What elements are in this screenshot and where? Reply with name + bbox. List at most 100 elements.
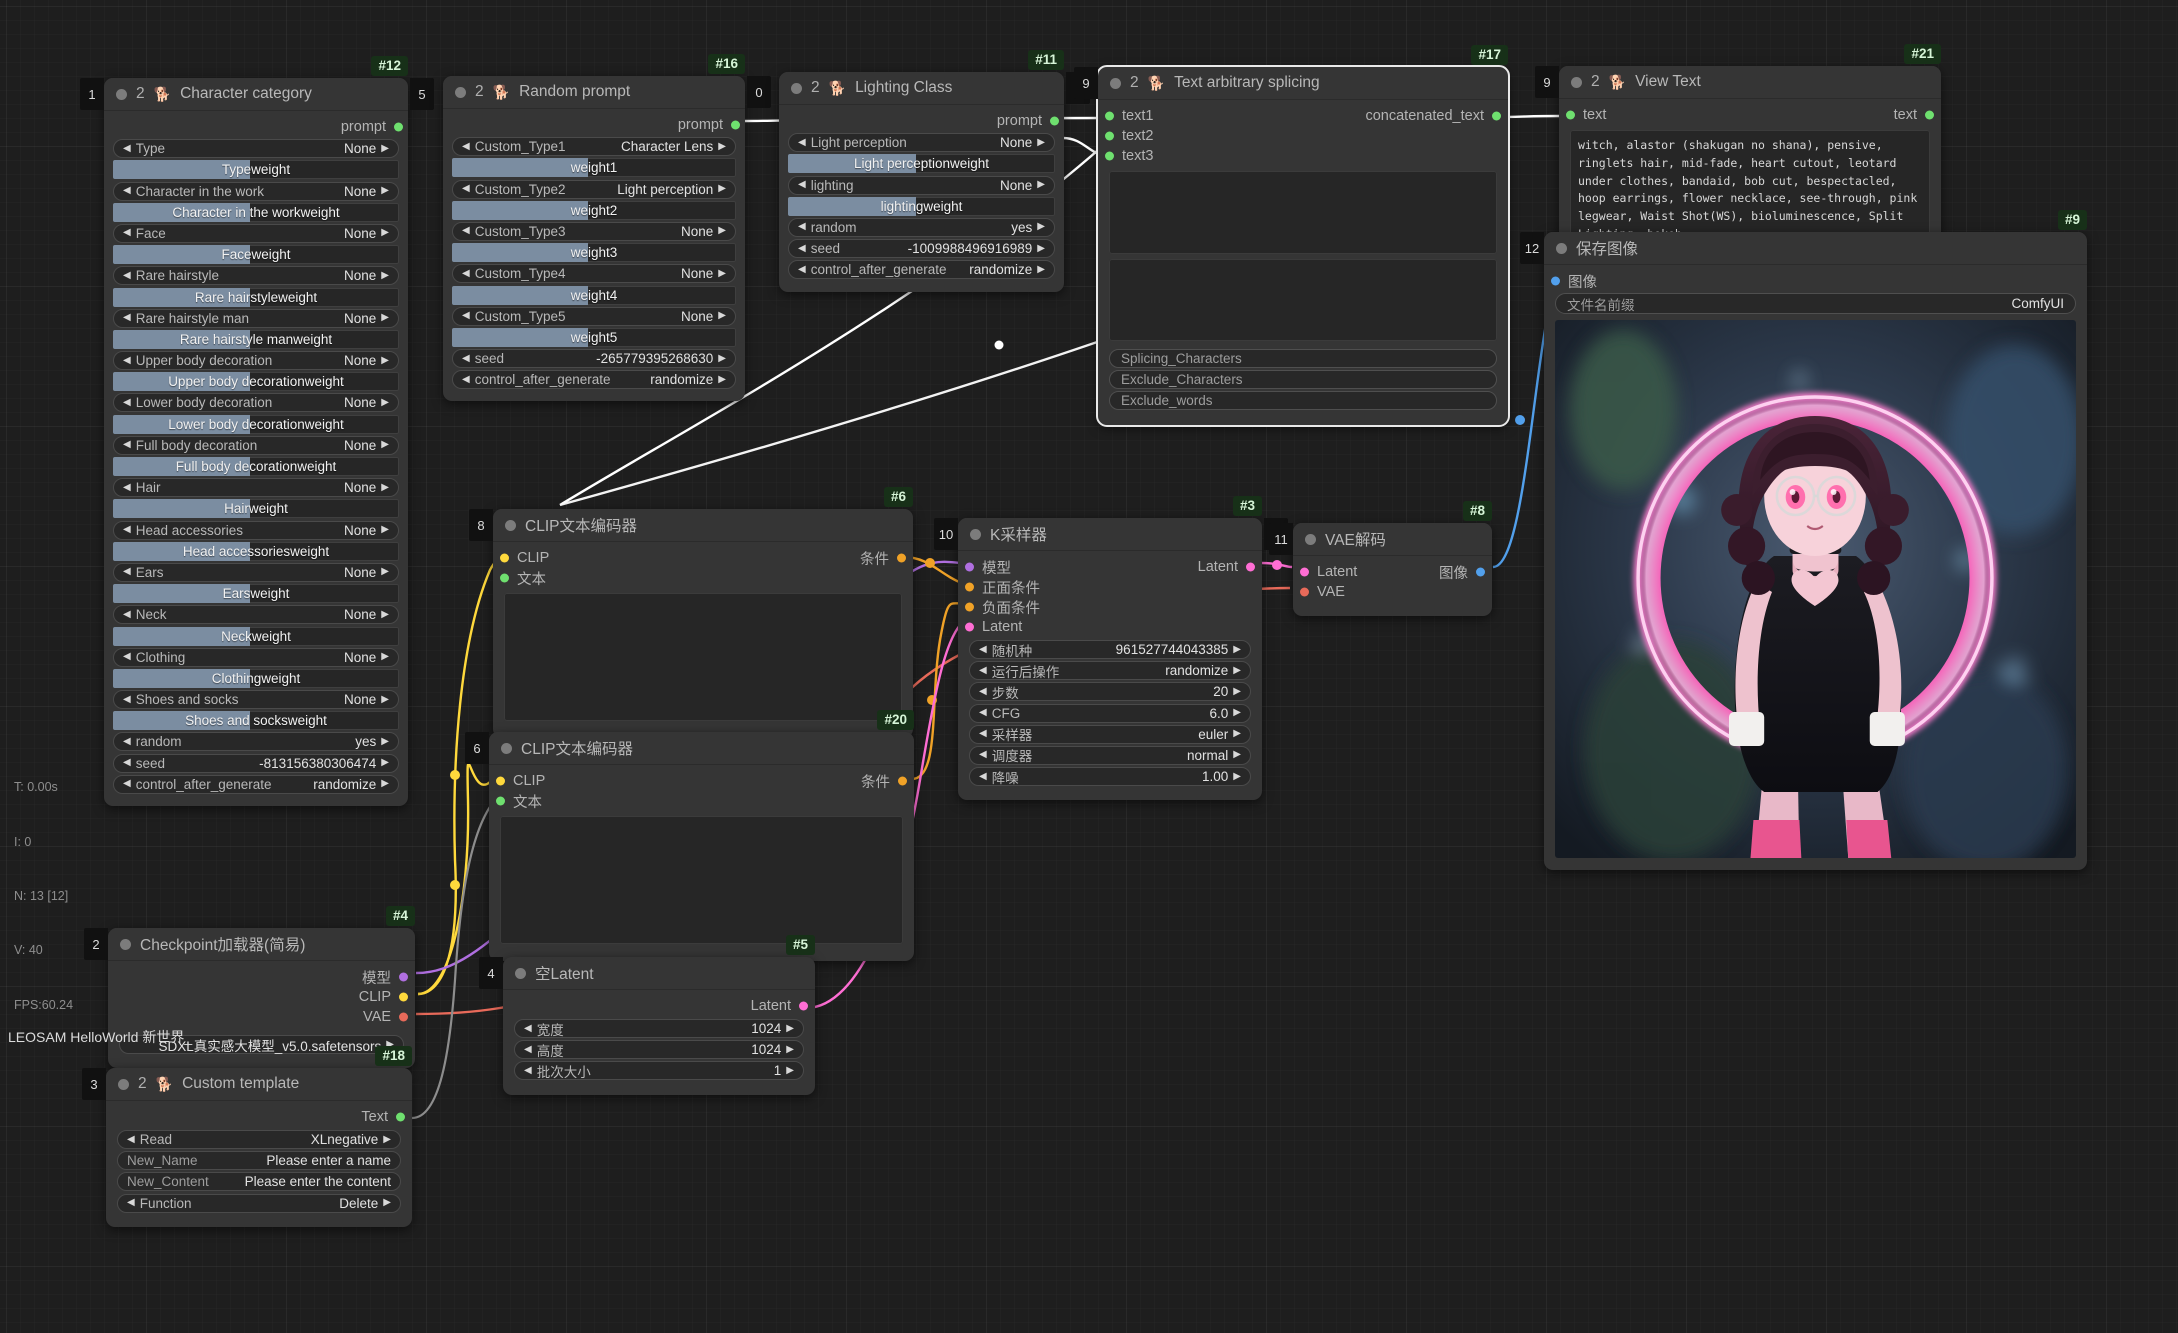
widget-combo-seed[interactable]: ◀seed-813156380306474▶ [113,754,399,773]
widget-combo-control_after_generate[interactable]: ◀control_after_generaterandomize▶ [452,370,736,389]
widget-combo-运行后操作[interactable]: ◀运行后操作randomize▶ [969,661,1251,680]
widget-combo-Ears[interactable]: ◀EarsNone▶ [113,563,399,582]
chevron-right-icon[interactable]: ▶ [786,1066,794,1076]
widget-combo-Custom_Type3[interactable]: ◀Custom_Type3None▶ [452,222,736,241]
chevron-left-icon[interactable]: ◀ [123,228,131,238]
textarea-prompt[interactable] [504,593,902,721]
input-slot-positive[interactable]: 正面条件 [969,577,1251,597]
chevron-left-icon[interactable]: ◀ [123,271,131,281]
chevron-right-icon[interactable]: ▶ [381,186,389,196]
slot-dot-icon[interactable] [394,123,403,132]
slot-dot-icon[interactable] [1105,112,1114,121]
chevron-left-icon[interactable]: ◀ [123,779,131,789]
collapse-dot-icon[interactable] [1110,78,1121,89]
chevron-left-icon[interactable]: ◀ [979,750,987,760]
chevron-right-icon[interactable]: ▶ [381,483,389,493]
widget-slider-Rare hairstyleweight[interactable]: Rare hairstyleweight [113,288,399,307]
node-clip-text-encode-negative[interactable]: #20 6 CLIP文本编码器 CLIP 条件 文本 [489,732,914,961]
input-slot-text[interactable]: text [1570,105,1606,125]
node-title-bar[interactable]: 空Latent [503,957,815,990]
collapse-dot-icon[interactable] [1305,534,1316,545]
chevron-right-icon[interactable]: ▶ [381,228,389,238]
widget-slider-Typeweight[interactable]: Typeweight [113,160,399,179]
slot-dot-icon[interactable] [396,1113,405,1122]
widget-slider-weight2[interactable]: weight2 [452,201,736,220]
widget-combo-降噪[interactable]: ◀降噪1.00▶ [969,767,1251,786]
slot-dot-icon[interactable] [1925,111,1934,120]
slot-dot-icon[interactable] [399,973,408,982]
widget-combo-random[interactable]: ◀randomyes▶ [788,218,1055,237]
widget-slider-Light perceptionweight[interactable]: Light perceptionweight [788,154,1055,173]
widget-combo-Custom_Type2[interactable]: ◀Custom_Type2Light perception▶ [452,180,736,199]
node-title-bar[interactable]: 保存图像 [1544,232,2087,265]
slot-dot-icon[interactable] [731,121,740,130]
chevron-right-icon[interactable]: ▶ [381,398,389,408]
chevron-left-icon[interactable]: ◀ [979,645,987,655]
slot-dot-icon[interactable] [1492,112,1501,121]
input-slot-latent[interactable]: Latent [1304,562,1357,582]
node-clip-text-encode-positive[interactable]: #6 8 CLIP文本编码器 CLIP 条件 文本 [493,509,913,738]
widget-slider-weight4[interactable]: weight4 [452,286,736,305]
collapse-dot-icon[interactable] [1556,243,1567,254]
chevron-left-icon[interactable]: ◀ [979,666,987,676]
chevron-left-icon[interactable]: ◀ [123,525,131,535]
chevron-right-icon[interactable]: ▶ [718,226,726,236]
chevron-left-icon[interactable]: ◀ [524,1024,532,1034]
widget-combo-Custom_Type1[interactable]: ◀Custom_Type1Character Lens▶ [452,137,736,156]
widget-combo-CFG[interactable]: ◀CFG6.0▶ [969,704,1251,723]
chevron-right-icon[interactable]: ▶ [718,269,726,279]
chevron-left-icon[interactable]: ◀ [123,737,131,747]
slot-dot-icon[interactable] [965,623,974,632]
node-custom-template[interactable]: #18 3 2 🐕 Custom template Text ◀ReadXLne… [106,1068,412,1227]
output-slot-text[interactable]: text [1894,105,1930,125]
collapse-dot-icon[interactable] [970,529,981,540]
textarea-splice-2[interactable] [1109,259,1497,341]
chevron-left-icon[interactable]: ◀ [979,729,987,739]
chevron-left-icon[interactable]: ◀ [798,180,806,190]
chevron-right-icon[interactable]: ▶ [381,779,389,789]
slot-dot-icon[interactable] [1300,568,1309,577]
chevron-left-icon[interactable]: ◀ [123,610,131,620]
widget-combo-Character in the work[interactable]: ◀Character in the workNone▶ [113,182,399,201]
slot-dot-icon[interactable] [399,993,408,1002]
slot-dot-icon[interactable] [965,603,974,612]
widget-slider-Character in the workweight[interactable]: Character in the workweight [113,203,399,222]
chevron-right-icon[interactable]: ▶ [383,1135,391,1145]
input-slot-text1[interactable]: text1 [1109,106,1153,126]
chevron-right-icon[interactable]: ▶ [381,440,389,450]
chevron-left-icon[interactable]: ◀ [462,142,470,152]
collapse-dot-icon[interactable] [501,743,512,754]
slot-dot-icon[interactable] [1300,588,1309,597]
slot-dot-icon[interactable] [799,1002,808,1011]
chevron-left-icon[interactable]: ◀ [462,226,470,236]
chevron-right-icon[interactable]: ▶ [718,375,726,385]
chevron-left-icon[interactable]: ◀ [798,222,806,232]
node-title-bar[interactable]: 2 🐕 Random prompt [443,76,745,109]
output-slot-prompt[interactable]: prompt [113,117,399,137]
image-preview[interactable] [1555,320,2076,858]
slot-dot-icon[interactable] [1246,563,1255,572]
widget-combo-Read[interactable]: ◀ReadXLnegative▶ [117,1130,401,1149]
widget-combo-调度器[interactable]: ◀调度器normal▶ [969,746,1251,765]
node-vae-decode[interactable]: #8 11 VAE解码 Latent 图像 VAE [1293,523,1492,616]
node-text-arbitrary-splicing[interactable]: #17 9 2 🐕 Text arbitrary splicing text1 … [1098,67,1508,425]
widget-text-New_Content[interactable]: New_ContentPlease enter the content [117,1172,401,1191]
widget-combo-Shoes and socks[interactable]: ◀Shoes and socksNone▶ [113,690,399,709]
chevron-left-icon[interactable]: ◀ [123,758,131,768]
chevron-left-icon[interactable]: ◀ [979,772,987,782]
input-slot-vae[interactable]: VAE [1304,582,1481,602]
chevron-left-icon[interactable]: ◀ [123,440,131,450]
chevron-right-icon[interactable]: ▶ [718,311,726,321]
widget-slider-weight5[interactable]: weight5 [452,328,736,347]
chevron-right-icon[interactable]: ▶ [1233,772,1241,782]
slot-dot-icon[interactable] [965,563,974,572]
chevron-right-icon[interactable]: ▶ [1037,244,1045,254]
input-slot-latent[interactable]: Latent [969,617,1251,637]
input-slot-clip[interactable]: CLIP [504,548,549,568]
chevron-left-icon[interactable]: ◀ [462,184,470,194]
chevron-left-icon[interactable]: ◀ [798,265,806,275]
node-title-bar[interactable]: VAE解码 [1293,523,1492,556]
collapse-dot-icon[interactable] [116,89,127,100]
node-empty-latent[interactable]: #5 4 空Latent Latent ◀宽度1024▶◀高度1024▶◀批次大… [503,957,815,1095]
chevron-left-icon[interactable]: ◀ [798,244,806,254]
